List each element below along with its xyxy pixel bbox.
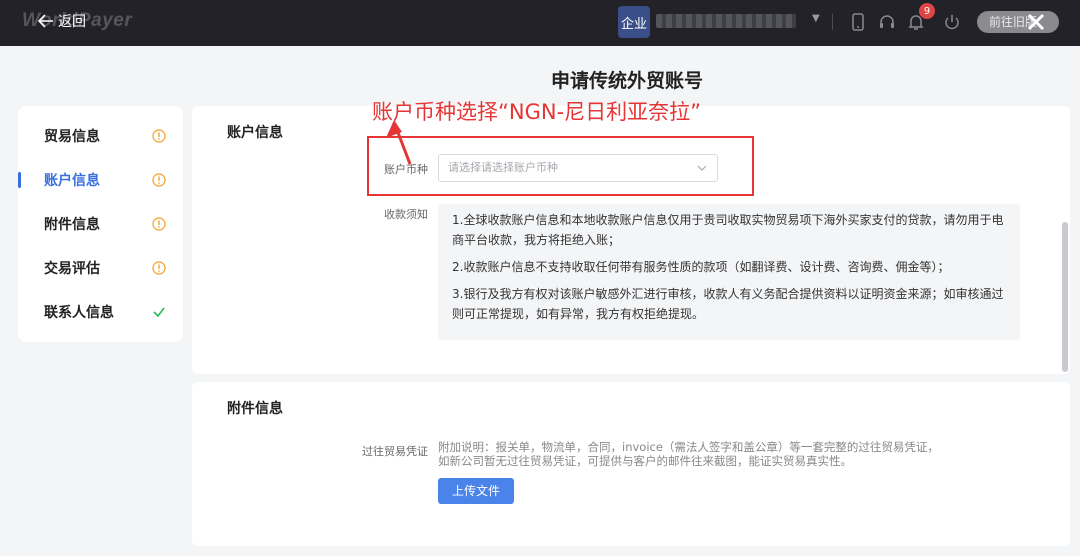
headset-icon[interactable]	[877, 12, 897, 32]
sidebar-item-label: 附件信息	[44, 217, 100, 233]
sidebar-item-attachment-info[interactable]: 附件信息	[18, 202, 183, 246]
sidebar-item-trade-info[interactable]: 贸易信息	[18, 114, 183, 158]
notice-item: 1.全球收款账户信息和本地收款账户信息仅用于贵司收取实物贸易项下海外买家支付的贷…	[452, 213, 1004, 247]
warning-icon	[152, 217, 166, 231]
top-bar: WorldPayer 返回 企业 ▼ 9 前往旧版	[0, 0, 1080, 46]
divider	[832, 14, 833, 30]
page-title: 申请传统外贸账号	[550, 70, 703, 92]
warning-icon	[152, 129, 166, 143]
attachment-info-card: 附件信息 过往贸易凭证 附加说明：报关单，物流单，合同，invoice（需法人签…	[192, 382, 1070, 546]
arrow-left-icon	[38, 14, 53, 28]
back-label: 返回	[58, 14, 86, 30]
chevron-down-icon[interactable]: ▼	[812, 13, 820, 24]
sidebar-item-account-info[interactable]: 账户信息	[18, 158, 183, 202]
back-button[interactable]: 返回	[38, 11, 86, 31]
sidebar-item-trade-assessment[interactable]: 交易评估	[18, 246, 183, 290]
hint-line: 如新公司暂无过往贸易凭证，可提供与客户的邮件往来截图，能证实贸易真实性。	[438, 454, 852, 468]
sidebar-item-contact-info[interactable]: 联系人信息	[18, 290, 183, 334]
annotation-arrow-icon	[386, 120, 412, 165]
hint-line: 附加说明：报关单，物流单，合同，invoice（需法人签字和盖公章）等一套完整的…	[438, 440, 939, 454]
mobile-icon[interactable]	[848, 12, 868, 32]
section-title: 账户信息	[227, 125, 283, 141]
warning-icon	[152, 261, 166, 275]
upload-file-button[interactable]: 上传文件	[438, 478, 514, 504]
close-icon[interactable]	[1024, 10, 1048, 34]
annotation-text: 账户币种选择“NGN-尼日利亚奈拉”	[372, 100, 702, 124]
notification-badge: 9	[919, 3, 935, 19]
check-icon	[153, 307, 165, 318]
notice-item: 2.收款账户信息不支持收取任何带有服务性质的款项（如翻译费、设计费、咨询费、佣金…	[452, 260, 950, 274]
notice-item: 3.银行及我方有权对该账户敏感外汇进行审核，收款人有义务配合提供资料以证明资金来…	[452, 287, 1004, 321]
voucher-label: 过往贸易凭证	[362, 445, 428, 458]
sidebar-item-label: 交易评估	[44, 261, 100, 277]
sidebar-item-label: 联系人信息	[44, 305, 114, 321]
account-name-redacted[interactable]	[656, 14, 796, 28]
section-title: 附件信息	[227, 401, 283, 417]
enterprise-badge[interactable]: 企业	[618, 6, 650, 38]
sidebar-item-label: 账户信息	[44, 173, 100, 189]
power-icon[interactable]	[942, 12, 962, 32]
voucher-hint: 附加说明：报关单，物流单，合同，invoice（需法人签字和盖公章）等一套完整的…	[438, 440, 998, 468]
sidebar-item-label: 贸易信息	[44, 129, 100, 145]
step-sidebar: 贸易信息 账户信息 附件信息 交易评估 联系人信息	[18, 106, 183, 342]
notice-box: 1.全球收款账户信息和本地收款账户信息仅用于贵司收取实物贸易项下海外买家支付的贷…	[438, 204, 1020, 340]
notice-label: 收款须知	[384, 208, 428, 221]
scrollbar[interactable]	[1062, 222, 1068, 372]
annotation-box	[367, 136, 754, 196]
warning-icon	[152, 173, 166, 187]
